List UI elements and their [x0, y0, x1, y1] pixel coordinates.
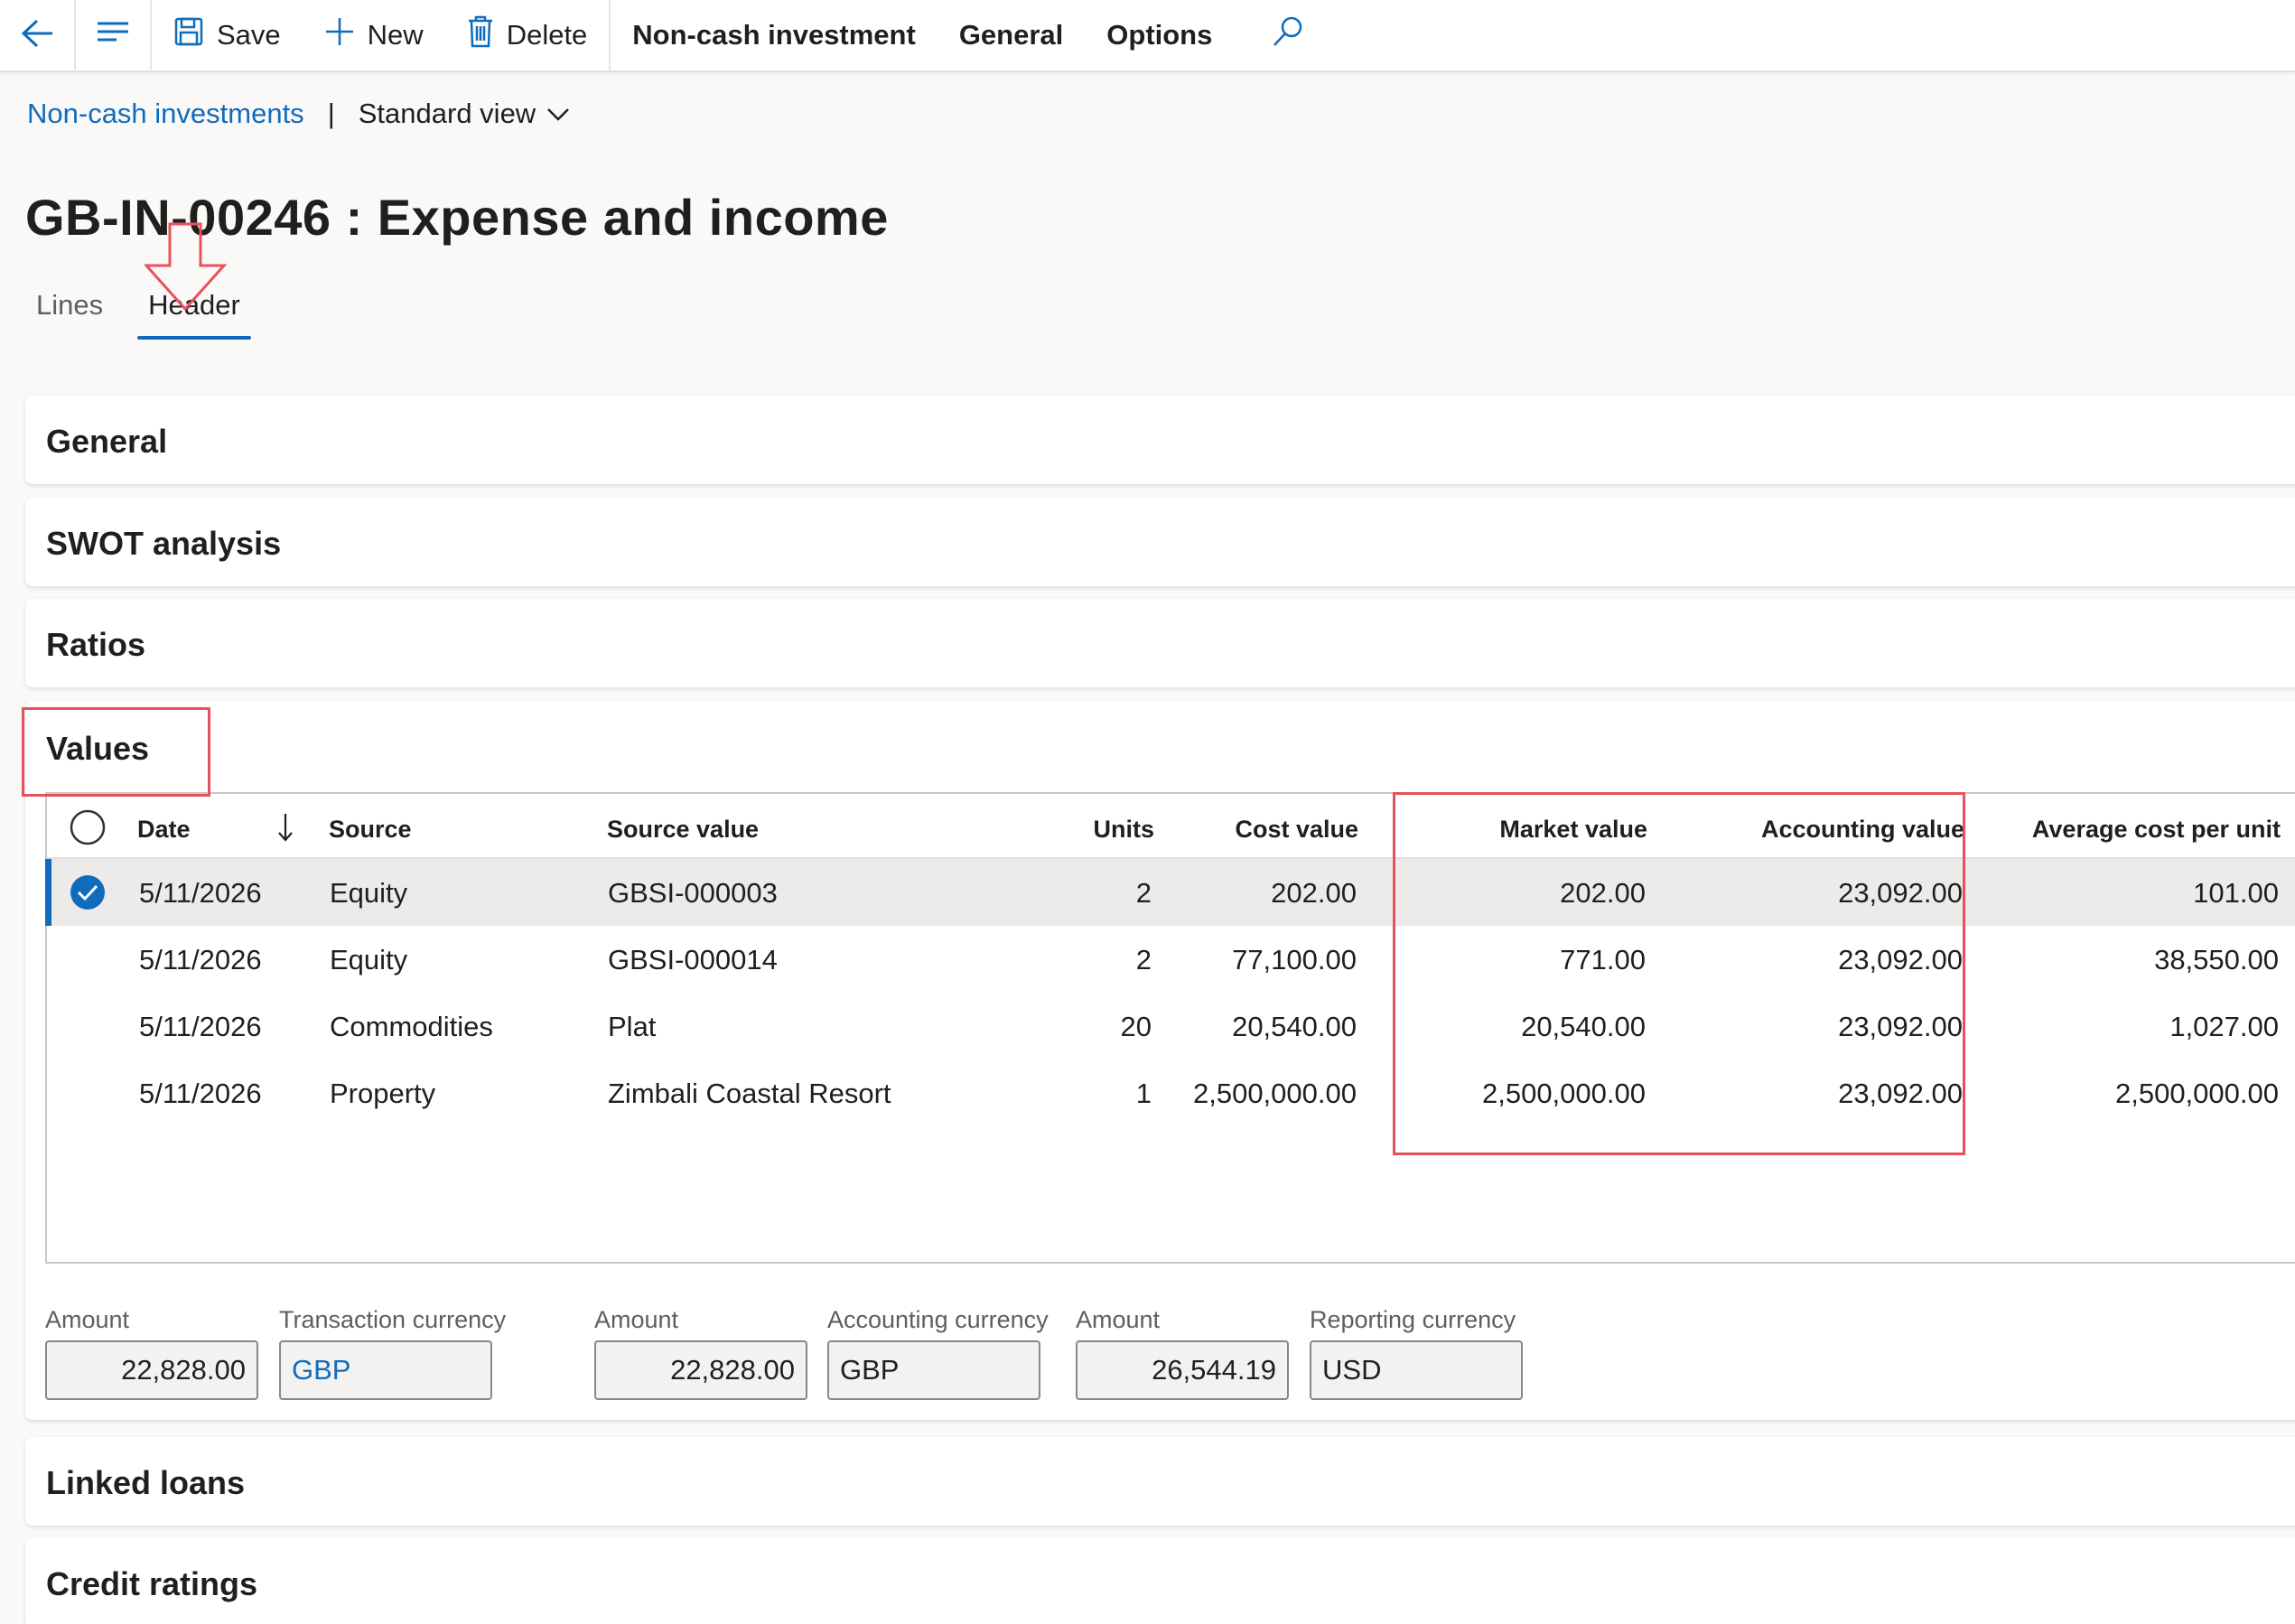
cell-average-cost: 1,027.00 — [2169, 1011, 2279, 1042]
view-label: Standard view — [358, 98, 536, 129]
section-ratios[interactable]: Ratios — [25, 599, 2295, 687]
section-credit-ratings-title: Credit ratings — [46, 1565, 258, 1602]
cell-units: 2 — [1135, 877, 1152, 909]
action-pane: Save New Delete Non-cash investment Gene… — [0, 0, 2295, 72]
view-selector[interactable]: Standard view — [359, 98, 570, 130]
section-swot-title: SWOT analysis — [46, 525, 282, 562]
reporting-currency-field[interactable]: USD — [1310, 1340, 1523, 1400]
col-average-cost[interactable]: Average cost per unit — [2032, 816, 2281, 844]
cell-date: 5/11/2026 — [139, 877, 262, 909]
chevron-down-icon — [546, 98, 570, 130]
cell-date: 5/11/2026 — [139, 1078, 262, 1109]
accounting-currency-field[interactable]: GBP — [827, 1340, 1040, 1400]
cell-units: 20 — [1120, 1011, 1152, 1042]
menu-general[interactable]: General — [938, 0, 1085, 71]
section-ratios-title: Ratios — [46, 626, 146, 663]
annotation-box-value-columns — [1393, 792, 1965, 1155]
section-swot[interactable]: SWOT analysis — [25, 498, 2295, 586]
menu-options[interactable]: Options — [1085, 0, 1234, 71]
cell-source: Equity — [330, 877, 408, 909]
menu-button[interactable] — [76, 0, 152, 71]
cell-source: Commodities — [330, 1011, 493, 1042]
menu-lines-icon — [95, 20, 131, 51]
row-checkbox-checked[interactable] — [69, 873, 107, 919]
breadcrumb-divider: | — [327, 98, 335, 129]
cell-date: 5/11/2026 — [139, 1011, 262, 1042]
amount-field[interactable]: 22,828.00 — [45, 1340, 258, 1400]
save-button[interactable]: Save — [152, 0, 303, 71]
new-button[interactable]: New — [303, 0, 445, 71]
cell-source-value: GBSI-000003 — [608, 877, 778, 909]
amount-reporting-field[interactable]: 26,544.19 — [1076, 1340, 1289, 1400]
cell-date: 5/11/2026 — [139, 944, 262, 975]
cell-cost-value: 2,500,000.00 — [1192, 1078, 1357, 1109]
cell-source: Equity — [330, 944, 408, 975]
amount-accounting-label: Amount — [594, 1306, 679, 1333]
section-credit-ratings[interactable]: Credit ratings — [25, 1538, 2295, 1624]
breadcrumb-link[interactable]: Non-cash investments — [27, 98, 304, 130]
save-label: Save — [217, 19, 281, 51]
transaction-currency-field[interactable]: GBP — [279, 1340, 492, 1400]
amount-accounting-field[interactable]: 22,828.00 — [594, 1340, 807, 1400]
col-units[interactable]: Units — [1094, 816, 1155, 844]
amount-label: Amount — [45, 1306, 130, 1333]
trash-icon — [467, 15, 494, 55]
reporting-currency-label: Reporting currency — [1310, 1306, 1516, 1333]
section-general-title: General — [46, 423, 168, 460]
cell-source-value: Zimbali Coastal Resort — [608, 1078, 891, 1109]
col-cost-value[interactable]: Cost value — [1235, 816, 1358, 844]
back-arrow-icon — [19, 17, 55, 54]
amount-reporting-label: Amount — [1076, 1306, 1161, 1333]
cell-cost-value: 20,540.00 — [1232, 1011, 1357, 1042]
save-icon — [173, 16, 204, 54]
tab-lines[interactable]: Lines — [36, 289, 103, 340]
breadcrumb: Non-cash investments | Standard view — [27, 98, 570, 130]
delete-button[interactable]: Delete — [445, 0, 610, 71]
section-linked-loans-title: Linked loans — [46, 1464, 246, 1501]
delete-label: Delete — [506, 19, 588, 51]
cell-source-value: Plat — [608, 1011, 657, 1042]
cell-average-cost: 38,550.00 — [2154, 944, 2279, 975]
select-all-checkbox[interactable] — [69, 808, 107, 853]
new-label: New — [367, 19, 424, 51]
row-selection-indicator — [45, 859, 51, 926]
section-general[interactable]: General — [25, 396, 2295, 484]
search-icon — [1270, 14, 1306, 57]
search-button[interactable] — [1234, 0, 1328, 71]
sort-down-icon — [276, 812, 294, 849]
transaction-currency-value[interactable]: GBP — [292, 1354, 350, 1386]
cell-average-cost: 2,500,000.00 — [2114, 1078, 2279, 1109]
menu-noncash-investment[interactable]: Non-cash investment — [611, 0, 938, 71]
cell-source-value: GBSI-000014 — [608, 944, 778, 975]
annotation-arrow-icon — [143, 222, 228, 317]
back-button[interactable] — [0, 0, 76, 71]
cell-cost-value: 77,100.00 — [1232, 944, 1357, 975]
plus-icon — [324, 16, 355, 54]
section-linked-loans[interactable]: Linked loans — [25, 1437, 2295, 1526]
col-source-value[interactable]: Source value — [607, 816, 759, 844]
annotation-box-values — [22, 707, 210, 797]
accounting-currency-label: Accounting currency — [827, 1306, 1049, 1333]
cell-average-cost: 101.00 — [2193, 877, 2279, 909]
cell-source: Property — [330, 1078, 436, 1109]
col-source[interactable]: Source — [329, 816, 412, 844]
col-date[interactable]: Date — [137, 816, 191, 844]
cell-units: 1 — [1135, 1078, 1152, 1109]
transaction-currency-label: Transaction currency — [279, 1306, 507, 1333]
cell-cost-value: 202.00 — [1271, 877, 1357, 909]
cell-units: 2 — [1135, 944, 1152, 975]
